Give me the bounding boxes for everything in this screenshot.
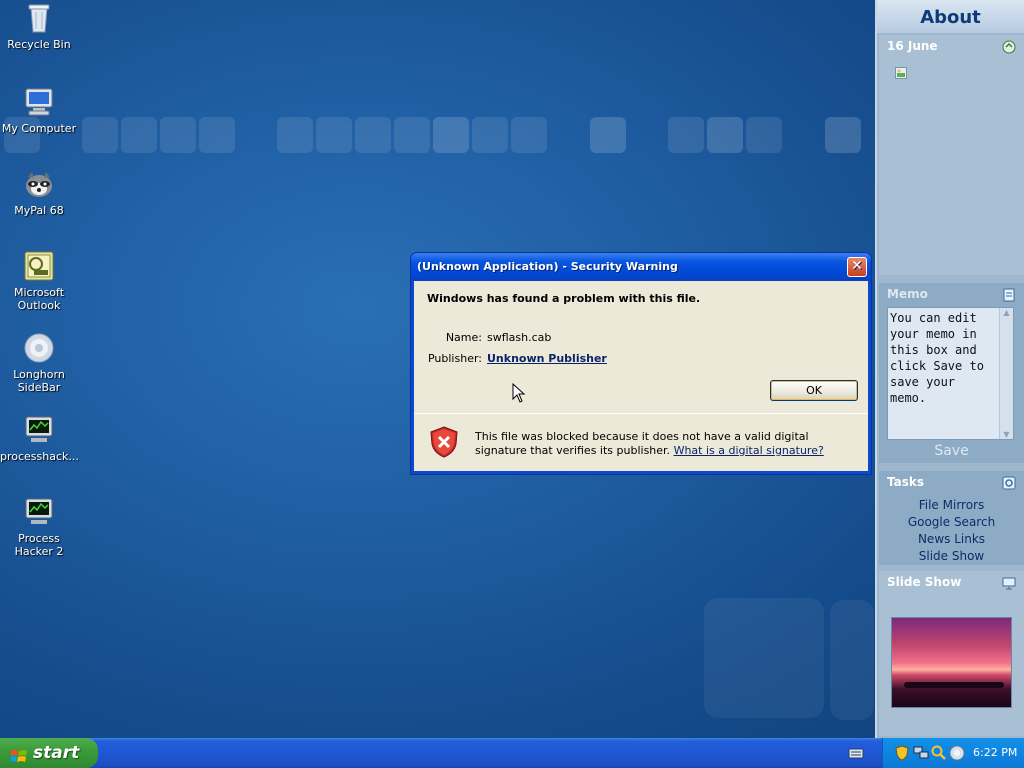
desktop-icon-label: MyPal 68 (14, 204, 64, 217)
desktop-icon-mypal[interactable]: MyPal 68 (0, 168, 78, 217)
security-warning-dialog: (Unknown Application) - Security Warning… (410, 252, 872, 475)
dialog-body: Windows has found a problem with this fi… (414, 281, 868, 471)
tasks-heading: Tasks (879, 471, 1024, 493)
desktop-icon-label: Process Hacker 2 (14, 532, 64, 558)
name-label: Name: (445, 331, 482, 344)
desktop-icon-my-computer[interactable]: My Computer (0, 86, 78, 135)
memo-heading: Memo (879, 283, 1024, 305)
memo-save-button[interactable]: Save (879, 443, 1024, 459)
warning-message: This file was blocked because it does no… (475, 430, 855, 458)
process-hacker-icon (23, 496, 55, 528)
desktop-icon-label: Longhorn SideBar (13, 368, 65, 394)
recycle-bin-icon (23, 2, 55, 34)
sidebar-title: About (877, 0, 1024, 33)
digital-signature-link[interactable]: What is a digital signature? (674, 444, 824, 457)
task-link-google-search[interactable]: Google Search (879, 514, 1024, 531)
scroll-up-icon[interactable]: ▲ (1000, 308, 1013, 317)
close-icon: ✕ (851, 258, 863, 274)
notepad-icon (1002, 287, 1016, 302)
desktop-icon-label: Microsoft Outlook (13, 286, 65, 312)
desktop-icon-outlook[interactable]: Microsoft Outlook (0, 250, 78, 312)
sidebar-date-heading: 16 June (879, 35, 1024, 57)
memo-text: You can edit your memo in this box and c… (890, 311, 984, 405)
slideshow-heading-label: Slide Show (887, 575, 962, 589)
desktop-decoration (0, 117, 874, 155)
system-tray: 6:22 PM (882, 738, 1024, 768)
security-shield-icon[interactable] (895, 745, 909, 764)
windows-logo-icon (10, 745, 28, 762)
clock[interactable]: 6:22 PM (973, 738, 1017, 768)
memo-scrollbar[interactable]: ▲ ▼ (999, 308, 1013, 439)
scroll-down-icon[interactable]: ▼ (1000, 430, 1013, 439)
taskbar: start 6:22 PM (0, 738, 1024, 768)
close-button[interactable]: ✕ (847, 257, 867, 277)
publisher-label: Publisher: (427, 352, 482, 365)
raccoon-browser-icon (23, 168, 55, 200)
start-label: start (33, 743, 80, 763)
dialog-divider (414, 413, 868, 414)
task-link-slide-show[interactable]: Slide Show (879, 548, 1024, 565)
shield-icon (430, 426, 458, 458)
longhorn-sidebar: About 16 June Memo You can edit your mem… (875, 0, 1024, 738)
sidebar-memo-panel: Memo You can edit your memo in this box … (879, 283, 1024, 463)
mouse-cursor-icon (512, 382, 526, 403)
ok-button[interactable]: OK (770, 380, 858, 401)
slideshow-icon[interactable] (1002, 575, 1016, 590)
refresh-icon[interactable] (1002, 39, 1016, 54)
desktop-icon-processhacker-shortcut[interactable]: processhack... (0, 414, 79, 463)
slideshow-heading: Slide Show (879, 571, 1024, 593)
memo-textbox[interactable]: You can edit your memo in this box and c… (887, 307, 1014, 440)
task-link-news-links[interactable]: News Links (879, 531, 1024, 548)
search-icon[interactable] (931, 745, 947, 764)
dialog-title: (Unknown Application) - Security Warning (417, 260, 678, 273)
desktop-icon-label: Recycle Bin (7, 38, 71, 51)
task-link-file-mirrors[interactable]: File Mirrors (879, 497, 1024, 514)
sidebar-tray-icon[interactable] (949, 745, 965, 764)
desktop-decoration-tile (704, 598, 824, 718)
tasks-list: File Mirrors Google Search News Links Sl… (879, 497, 1024, 565)
publisher-link[interactable]: Unknown Publisher (487, 352, 607, 365)
image-placeholder-icon (895, 67, 907, 79)
slideshow-image[interactable] (891, 617, 1012, 708)
sidebar-orb-icon (23, 332, 55, 364)
sidebar-calendar-panel: 16 June (879, 35, 1024, 275)
desktop-icon-label: processhack... (0, 450, 79, 463)
process-hacker-icon (23, 414, 55, 446)
memo-heading-label: Memo (887, 287, 928, 301)
dialog-heading: Windows has found a problem with this fi… (427, 292, 701, 305)
file-name-value: swflash.cab (487, 331, 552, 344)
computer-icon (23, 86, 55, 118)
desktop-icon-longhorn-sidebar[interactable]: Longhorn SideBar (0, 332, 78, 394)
desktop-icon-label: My Computer (1, 122, 77, 135)
desktop-icon-recycle-bin[interactable]: Recycle Bin (0, 2, 78, 51)
tasks-heading-label: Tasks (887, 475, 925, 489)
start-button[interactable]: start (0, 738, 98, 768)
outlook-icon (23, 250, 55, 282)
desktop-icon-process-hacker-2[interactable]: Process Hacker 2 (0, 496, 78, 558)
calendar-date: 16 June (887, 39, 938, 53)
desktop-decoration-tile (830, 600, 874, 720)
tasks-settings-icon[interactable] (1002, 475, 1016, 490)
sidebar-slideshow-panel: Slide Show (879, 571, 1024, 736)
dialog-titlebar[interactable]: (Unknown Application) - Security Warning… (411, 253, 871, 281)
network-icon[interactable] (913, 746, 929, 763)
keyboard-icon[interactable] (848, 746, 864, 760)
sidebar-tasks-panel: Tasks File Mirrors Google Search News Li… (879, 471, 1024, 565)
island-silhouette (904, 682, 1004, 688)
